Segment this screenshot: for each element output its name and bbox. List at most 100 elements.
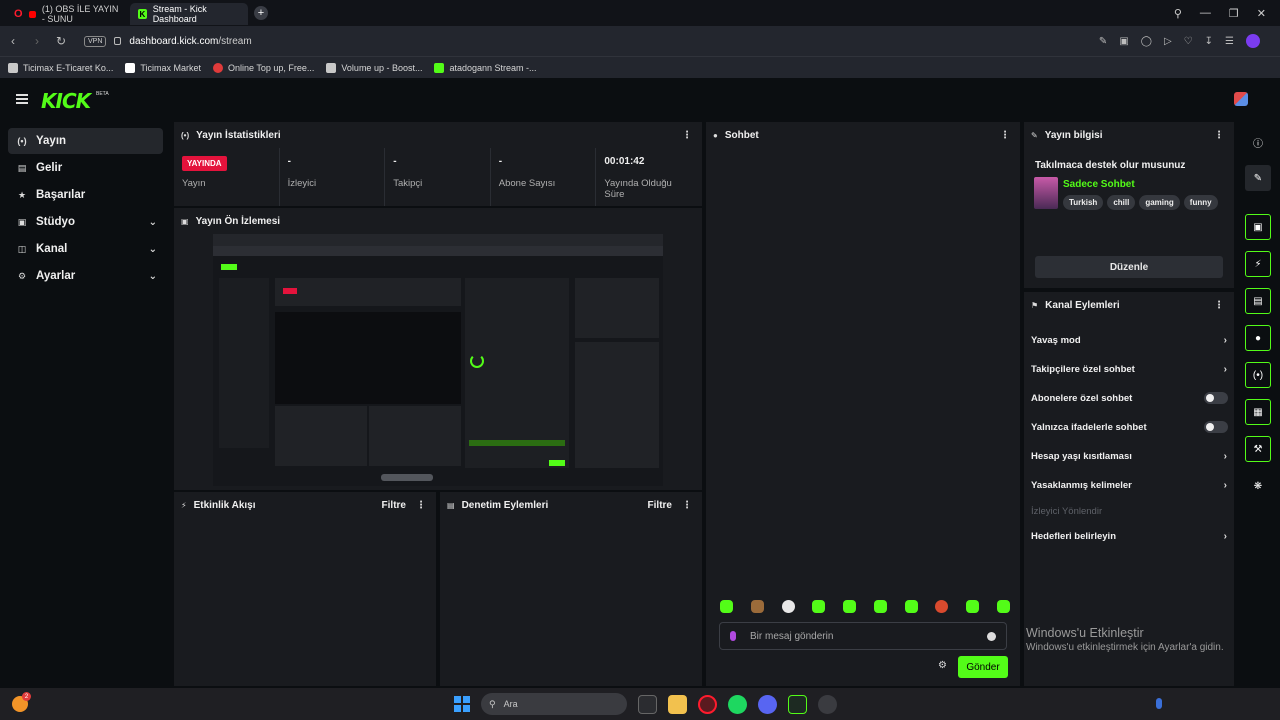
chat-bubble-icon: ● xyxy=(713,130,718,140)
filter-button[interactable]: Filtre xyxy=(648,500,672,511)
stat-subscribers: - Abone Sayısı xyxy=(491,148,597,206)
subscribers-only-toggle[interactable] xyxy=(1204,392,1228,404)
profile-icon[interactable] xyxy=(1246,34,1260,48)
play-icon[interactable]: ▷ xyxy=(1164,36,1172,47)
microphone-icon[interactable] xyxy=(1156,698,1162,709)
more-options-icon[interactable]: ⋮ xyxy=(1214,130,1224,141)
send-button[interactable]: Gönder xyxy=(958,656,1008,678)
new-tab-button[interactable]: + xyxy=(254,6,268,20)
more-options-icon[interactable]: ⋮ xyxy=(1214,300,1224,311)
sidebar-item-kanal[interactable]: ◫ Kanal ⌄ xyxy=(8,236,163,262)
back-button[interactable]: ‹ xyxy=(2,34,24,48)
menu-icon[interactable]: ☰ xyxy=(1225,36,1234,47)
emotes-only-toggle[interactable] xyxy=(1204,421,1228,433)
kick-logo[interactable]: KICK xyxy=(41,89,91,113)
chat-settings-gear-icon[interactable]: ⚙ xyxy=(938,660,947,671)
tag: chill xyxy=(1107,195,1136,210)
emote-icon[interactable] xyxy=(750,600,764,613)
more-options-icon[interactable]: ⋮ xyxy=(416,500,426,511)
action-banned-words[interactable]: Yasaklanmış kelimeler › xyxy=(1031,477,1227,493)
emote-icon[interactable] xyxy=(720,600,733,613)
broadcast-icon[interactable]: (•) xyxy=(1245,362,1271,388)
bookmark-item[interactable]: Online Top up, Free... xyxy=(213,62,314,73)
bookmark-item[interactable]: Ticimax E-Ticaret Ko... xyxy=(8,62,113,73)
action-set-goals[interactable]: Hedefleri belirleyin › xyxy=(1031,528,1227,544)
bookmarks-bar: Ticimax E-Ticaret Ko... Ticimax Market O… xyxy=(0,56,1280,78)
vpn-badge[interactable]: VPN xyxy=(84,35,107,47)
emote-icon[interactable] xyxy=(935,600,949,613)
tab-obs[interactable]: O (1) OBS İLE YAYIN - SUNU xyxy=(6,3,130,25)
emote-icon[interactable] xyxy=(966,600,980,613)
more-options-icon[interactable]: ⋮ xyxy=(1000,130,1010,141)
hamburger-menu-icon[interactable] xyxy=(16,94,28,106)
forward-button[interactable]: › xyxy=(26,34,48,48)
minimize-button[interactable]: — xyxy=(1200,7,1211,19)
file-explorer-icon[interactable] xyxy=(668,694,687,714)
sidebar-item-gelir[interactable]: ▤ Gelir xyxy=(8,155,163,181)
chat-bubble-icon[interactable]: ● xyxy=(1245,325,1271,351)
shield-icon[interactable]: ◯ xyxy=(1141,36,1152,47)
emote-icon[interactable] xyxy=(781,600,795,613)
edit-stream-button[interactable]: Düzenle xyxy=(1035,256,1223,278)
document-icon[interactable]: ▤ xyxy=(1245,288,1271,314)
action-followers-only[interactable]: Takipçilere özel sohbet › xyxy=(1031,361,1227,377)
edit-icon[interactable]: ✎ xyxy=(1099,36,1107,47)
filter-button[interactable]: Filtre xyxy=(382,500,406,511)
stream-category[interactable]: Sadece Sohbet xyxy=(1063,179,1135,190)
lightning-icon[interactable]: ⚡ xyxy=(1245,251,1271,277)
obs-icon[interactable] xyxy=(818,694,837,714)
sidebar-item-yayin[interactable]: (•) Yayın xyxy=(8,128,163,154)
close-button[interactable]: ✕ xyxy=(1257,7,1266,20)
windows-start-icon[interactable] xyxy=(454,696,470,712)
bookmark-item[interactable]: Ticimax Market xyxy=(125,62,201,73)
emote-icon[interactable] xyxy=(812,600,826,613)
emote-icon[interactable] xyxy=(996,600,1010,613)
discord-icon[interactable] xyxy=(758,694,777,714)
reload-button[interactable]: ↻ xyxy=(50,34,72,48)
microphone-icon[interactable] xyxy=(730,631,736,641)
stream-preview-video[interactable] xyxy=(213,234,663,486)
emote-icon[interactable] xyxy=(873,600,887,613)
task-view-icon[interactable] xyxy=(638,694,657,714)
sidebar-item-basarilar[interactable]: ★ Başarılar xyxy=(8,182,163,208)
url-field[interactable]: dashboard.kick.com/stream xyxy=(129,36,251,47)
search-icon: ⚲ xyxy=(489,698,496,709)
emote-icon[interactable] xyxy=(904,600,918,613)
search-icon[interactable]: ⚲ xyxy=(1174,7,1182,20)
preview-screenshot xyxy=(213,234,663,481)
sidebar-item-studyo[interactable]: ▣ Stüdyo ⌄ xyxy=(8,209,163,235)
taskbar-search[interactable]: ⚲ Ara xyxy=(481,693,627,715)
more-options-icon[interactable]: ⋮ xyxy=(682,500,692,511)
emote-icon[interactable] xyxy=(843,600,857,613)
wrench-icon[interactable]: ⚒ xyxy=(1245,436,1271,462)
maximize-button[interactable]: ❐ xyxy=(1229,7,1239,20)
user-avatar[interactable] xyxy=(1234,92,1248,106)
app-icon[interactable] xyxy=(788,694,807,714)
bookmark-item[interactable]: Volume up - Boost... xyxy=(326,62,422,73)
action-account-age[interactable]: Hesap yaşı kısıtlaması › xyxy=(1031,448,1227,464)
pencil-icon[interactable]: ✎ xyxy=(1245,165,1271,191)
more-options-icon[interactable]: ⋮ xyxy=(682,130,692,141)
opera-browser-icon[interactable] xyxy=(698,694,717,714)
stream-stats-panel: (•) Yayın İstatistikleri ⋮ YAYINDA Yayın… xyxy=(174,122,702,206)
lock-icon xyxy=(114,37,122,45)
emoji-icon[interactable] xyxy=(987,631,996,641)
info-icon[interactable]: ⓘ xyxy=(1245,129,1271,155)
stat-label: Takipçi xyxy=(393,178,423,189)
stat-label: Yayın xyxy=(182,178,206,189)
loading-spinner-icon xyxy=(470,354,484,368)
sidebar-item-ayarlar[interactable]: ⚙ Ayarlar ⌄ xyxy=(8,263,163,289)
bookmark-item[interactable]: atadogann Stream -... xyxy=(434,62,537,73)
preview-icon[interactable]: ▣ xyxy=(1245,214,1271,240)
layout-icon[interactable]: ▦ xyxy=(1245,399,1271,425)
spotify-icon[interactable] xyxy=(728,694,747,714)
download-icon[interactable]: ↧ xyxy=(1205,36,1213,47)
chat-message-input[interactable]: Bir mesaj gönderin xyxy=(719,622,1007,650)
watermark-title: Windows'u Etkinleştir xyxy=(1026,626,1144,640)
heart-icon[interactable]: ♡ xyxy=(1184,36,1193,47)
panel-title: Yayın İstatistikleri xyxy=(196,129,281,141)
action-slow-mode[interactable]: Yavaş mod › xyxy=(1031,332,1227,348)
puzzle-icon[interactable]: ❋ xyxy=(1245,473,1271,499)
camera-icon[interactable]: ▣ xyxy=(1119,36,1128,47)
tab-kick-dashboard[interactable]: K Stream - Kick Dashboard xyxy=(130,3,248,25)
